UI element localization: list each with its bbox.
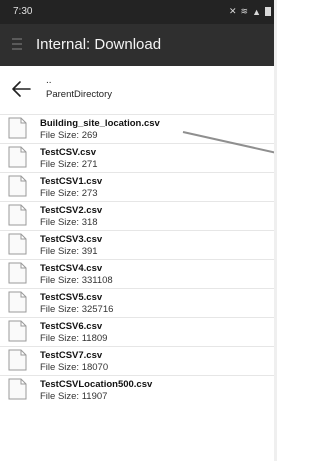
battery-icon — [265, 7, 271, 16]
parent-directory-label: ParentDirectory — [46, 89, 112, 100]
file-icon — [8, 117, 27, 139]
file-name: TestCSV5.csv — [40, 292, 103, 303]
parent-dots: .. — [46, 75, 52, 86]
file-size: File Size: 11907 — [40, 391, 108, 402]
file-row[interactable]: TestCSV7.csv File Size: 18070 — [0, 346, 277, 375]
file-name: TestCSV3.csv — [40, 234, 103, 245]
back-arrow-icon[interactable] — [10, 78, 32, 100]
file-icon — [8, 204, 27, 226]
file-name: TestCSV.csv — [40, 147, 96, 158]
file-size: File Size: 325716 — [40, 304, 114, 315]
file-name: Building_site_location.csv — [40, 118, 160, 129]
parent-directory-row[interactable]: .. ParentDirectory — [0, 72, 277, 110]
mute-icon: ✕ — [228, 6, 237, 16]
file-size: File Size: 271 — [40, 159, 98, 170]
file-row[interactable]: TestCSV.csv File Size: 271 — [0, 143, 277, 172]
status-bar: 7:30 ✕ ≋ ▲ — [0, 0, 277, 24]
file-icon — [8, 175, 27, 197]
file-name: TestCSV4.csv — [40, 263, 103, 274]
file-row[interactable]: TestCSV1.csv File Size: 273 — [0, 172, 277, 201]
file-row[interactable]: TestCSVLocation500.csv File Size: 11907 — [0, 375, 277, 404]
status-time: 7:30 — [13, 6, 33, 17]
file-icon — [8, 291, 27, 313]
file-icon — [8, 233, 27, 255]
menu-icon[interactable] — [12, 38, 22, 52]
file-row[interactable]: TestCSV5.csv File Size: 325716 — [0, 288, 277, 317]
file-icon — [8, 262, 27, 284]
file-row[interactable]: Building_site_location.csv File Size: 26… — [0, 114, 277, 143]
file-name: TestCSVLocation500.csv — [40, 379, 153, 390]
screen-edge — [274, 0, 277, 461]
file-size: File Size: 18070 — [40, 362, 109, 373]
file-size: File Size: 11809 — [40, 333, 108, 344]
file-row[interactable]: TestCSV3.csv File Size: 391 — [0, 230, 277, 259]
file-size: File Size: 331108 — [40, 275, 113, 286]
toolbar-title: Internal: Download — [36, 36, 162, 53]
file-row[interactable]: TestCSV4.csv File Size: 331108 — [0, 259, 277, 288]
file-name: TestCSV7.csv — [40, 350, 103, 361]
file-name: TestCSV1.csv — [40, 176, 103, 187]
file-size: File Size: 269 — [40, 130, 98, 141]
file-size: File Size: 273 — [40, 188, 98, 199]
phone-screen: 7:30 ✕ ≋ ▲ Internal: Download .. ParentD… — [0, 0, 277, 461]
file-name: TestCSV2.csv — [40, 205, 103, 216]
file-icon — [8, 146, 27, 168]
file-list: Building_site_location.csv File Size: 26… — [0, 114, 277, 404]
file-icon — [8, 378, 27, 400]
file-icon — [8, 349, 27, 371]
app-toolbar: Internal: Download — [0, 24, 277, 66]
status-icons: ✕ ≋ ▲ — [229, 6, 271, 17]
file-icon — [8, 320, 27, 342]
file-size: File Size: 318 — [40, 217, 98, 228]
file-size: File Size: 391 — [40, 246, 98, 257]
file-row[interactable]: TestCSV2.csv File Size: 318 — [0, 201, 277, 230]
wifi-icon: ≋ — [240, 6, 249, 16]
signal-icon: ▲ — [252, 6, 261, 17]
file-name: TestCSV6.csv — [40, 321, 103, 332]
file-row[interactable]: TestCSV6.csv File Size: 11809 — [0, 317, 277, 346]
